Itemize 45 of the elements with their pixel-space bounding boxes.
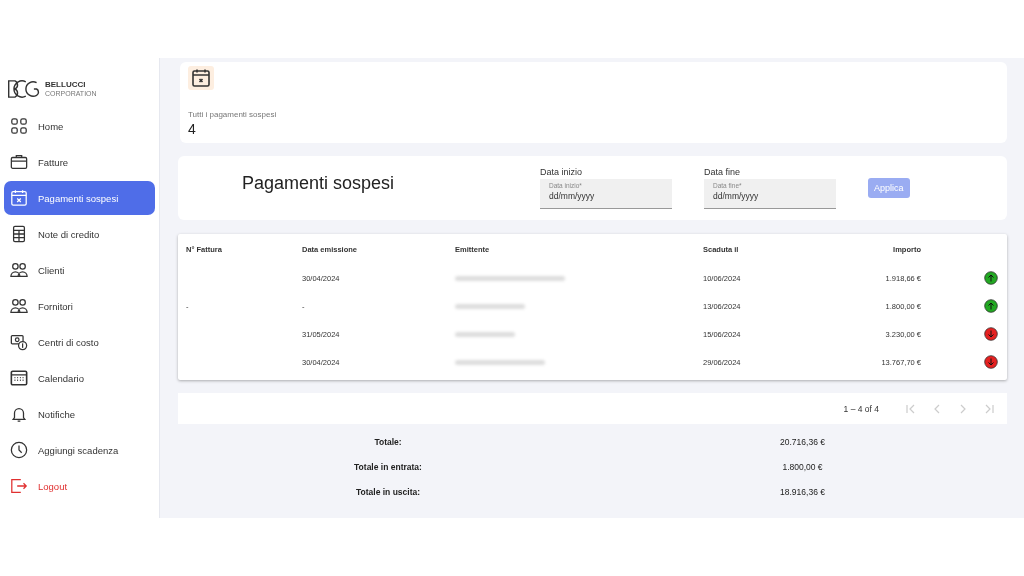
arrow-down-icon: [984, 327, 998, 341]
field-label: Data inizio: [540, 167, 584, 177]
grid-icon: [10, 117, 28, 135]
sidebar-item[interactable]: Centri di costo: [4, 325, 155, 359]
total-label: Totale in entrata:: [353, 462, 423, 472]
total-value: 18.916,36 €: [779, 487, 826, 497]
money-icon: [10, 333, 28, 351]
summary-count: 4: [188, 121, 197, 137]
summary-label: Tutti i pagamenti sospesi: [188, 110, 278, 119]
logout-icon: [10, 477, 28, 495]
total-value: 1.800,00 €: [781, 462, 824, 472]
page-range: 1 – 4 of 4: [843, 403, 879, 414]
first-page-icon[interactable]: [905, 402, 917, 415]
sidebar-item[interactable]: Aggiungi scadenza: [4, 433, 155, 467]
logo-icon: [6, 78, 42, 100]
briefcase-icon: [10, 153, 28, 171]
bell-icon: [10, 405, 28, 423]
arrow-up-icon: [984, 299, 998, 313]
calendar-icon: [191, 68, 211, 88]
sidebar-item[interactable]: Notifiche: [4, 397, 155, 431]
ledger-icon: [10, 225, 28, 243]
people-icon: [10, 261, 28, 279]
blurred-text: [455, 304, 525, 309]
sidebar-item[interactable]: Home: [4, 109, 155, 143]
arrow-down-icon: [984, 355, 998, 369]
arrow-up-icon: [984, 271, 998, 285]
sidebar-item[interactable]: Note di credito: [4, 217, 155, 251]
sidebar-item[interactable]: Fatture: [4, 145, 155, 179]
total-value: 20.716,36 €: [779, 437, 826, 447]
sidebar-item[interactable]: Calendario: [4, 361, 155, 395]
logo-name: BELLUCCI: [45, 80, 87, 90]
blurred-text: [455, 332, 515, 337]
calendar-icon: [10, 369, 28, 387]
sidebar-item[interactable]: Fornitori: [4, 289, 155, 323]
page-title: Pagamenti sospesi: [242, 172, 396, 194]
last-page-icon[interactable]: [983, 402, 995, 415]
sidebar-item[interactable]: Pagamenti sospesi: [4, 181, 155, 215]
field-label: Data fine: [704, 167, 742, 177]
calendar-icon: [10, 189, 28, 207]
sidebar-item[interactable]: Logout: [4, 469, 155, 503]
total-label: Totale in uscita:: [354, 487, 422, 497]
total-label: Totale:: [373, 437, 403, 447]
sidebar-item[interactable]: Clienti: [4, 253, 155, 287]
people-icon: [10, 297, 28, 315]
clock-icon: [10, 441, 28, 459]
